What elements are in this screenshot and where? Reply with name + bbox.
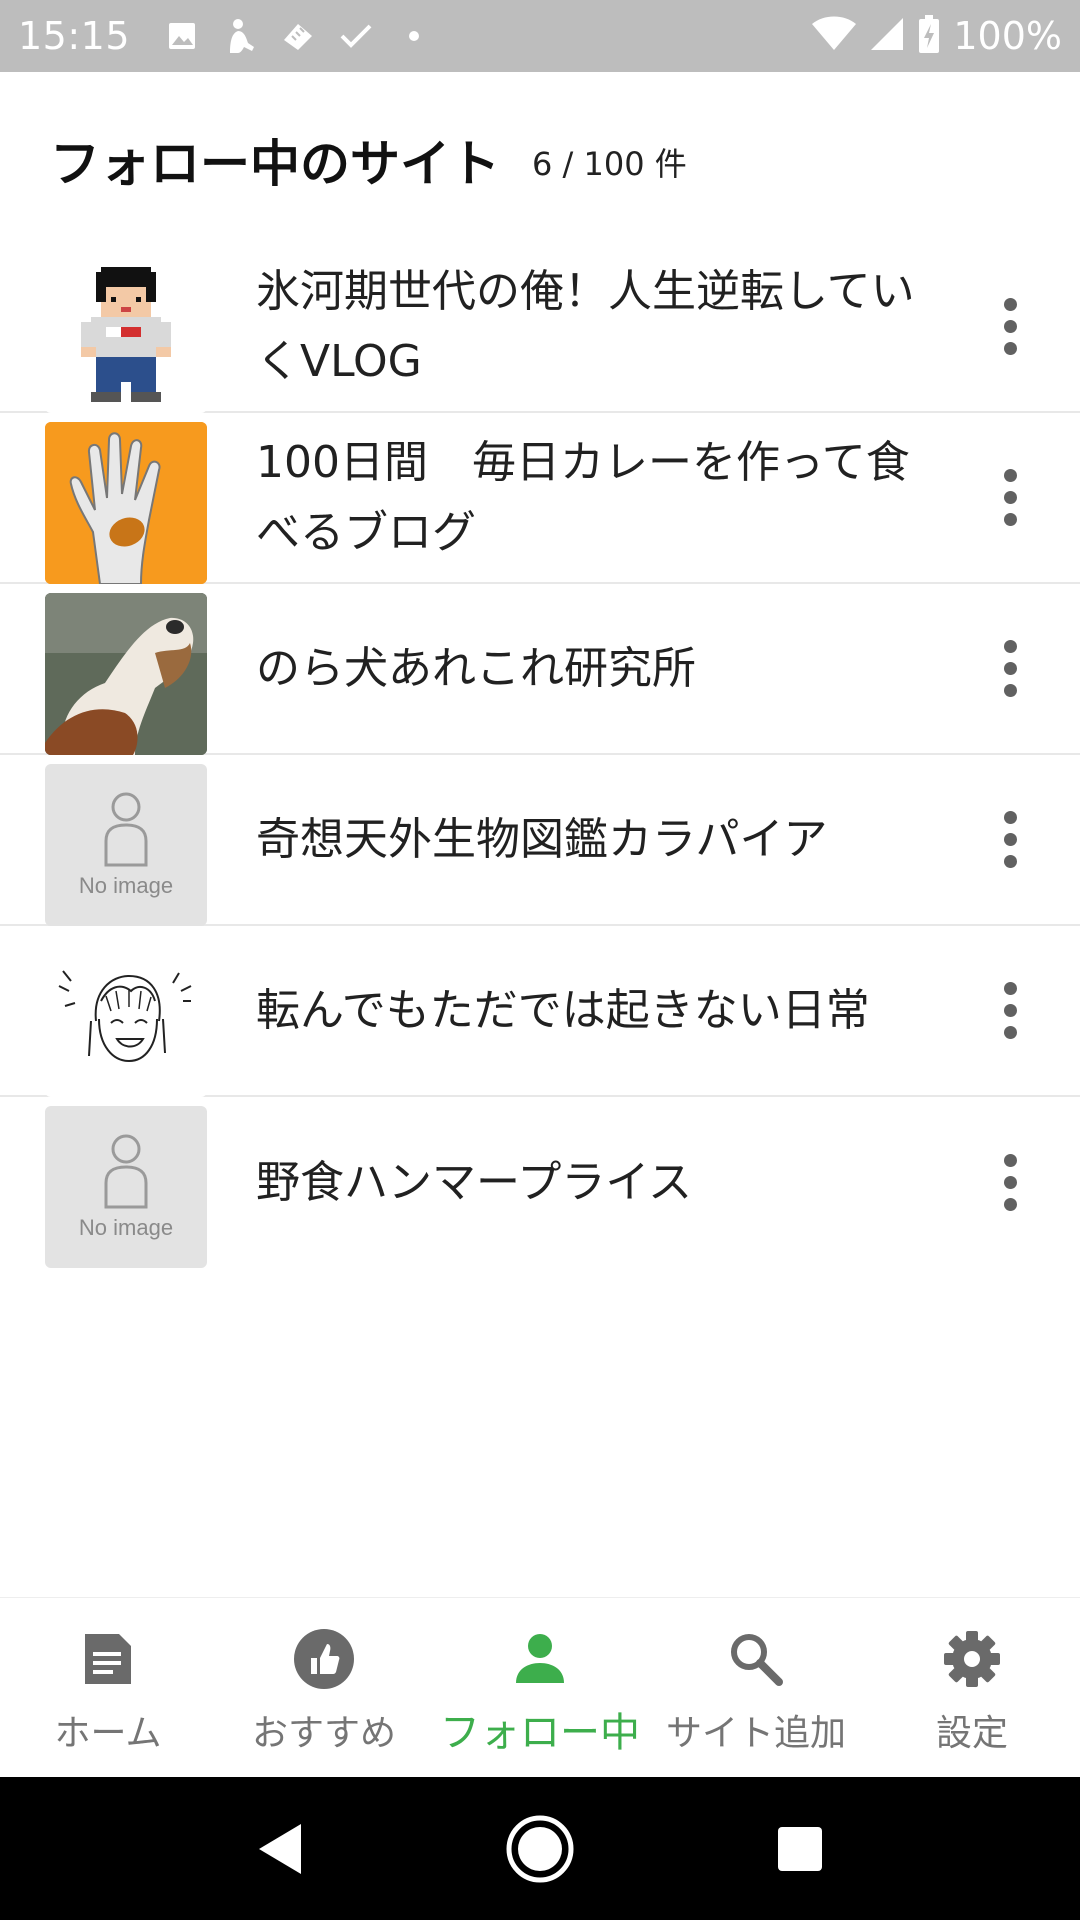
site-name: 奇想天外生物図鑑カラパイア — [256, 813, 828, 865]
person-icon — [222, 18, 258, 54]
home-icon[interactable] — [500, 1809, 580, 1889]
sketch-face-image — [58, 970, 192, 1063]
list-item[interactable]: No image 奇想天外生物図鑑カラパイア — [0, 755, 1080, 926]
more-vert-icon[interactable] — [980, 1143, 1040, 1223]
follow-count: 6 / 100 件 — [532, 145, 687, 183]
list-item[interactable]: のら犬あれこれ研究所 — [0, 584, 1080, 755]
nav-home[interactable]: ホーム — [0, 1598, 216, 1777]
hand-photo-image — [45, 422, 207, 584]
list-item[interactable]: 氷河期世代の俺！人生逆転していくVLOG — [0, 242, 1080, 413]
gear-icon — [937, 1624, 1007, 1694]
bottom-navigation: ホーム おすすめ フォロー中 サイト追加 設定 — [0, 1597, 1080, 1777]
image-icon — [164, 18, 200, 54]
dot-icon — [396, 18, 432, 54]
list-item[interactable]: 100日間 毎日カレーを作って食べるブログ — [0, 413, 1080, 584]
more-vert-icon[interactable] — [980, 800, 1040, 880]
check-icon — [338, 18, 374, 54]
ruler-icon — [280, 18, 316, 54]
page-title: フォロー中のサイト — [50, 135, 500, 193]
site-name: 転んでもただでは起きない日常 — [256, 984, 870, 1036]
more-vert-icon[interactable] — [980, 971, 1040, 1051]
nav-recommend[interactable]: おすすめ — [216, 1598, 432, 1777]
person-placeholder-icon — [104, 792, 148, 867]
page-header: フォロー中のサイト 6 / 100 件 — [0, 72, 1080, 232]
site-name: のら犬あれこれ研究所 — [256, 642, 696, 694]
nav-label: ホーム — [54, 1713, 162, 1754]
no-image-placeholder: No image — [45, 764, 207, 926]
person-icon — [505, 1624, 575, 1694]
notification-icons — [164, 18, 432, 54]
nav-following[interactable]: フォロー中 — [432, 1598, 648, 1777]
more-vert-icon[interactable] — [980, 629, 1040, 709]
nav-label: おすすめ — [251, 1713, 396, 1754]
no-image-label: No image — [78, 873, 174, 898]
more-vert-icon[interactable] — [980, 458, 1040, 538]
thumbs-up-icon — [289, 1624, 359, 1694]
followed-site-list: 氷河期世代の俺！人生逆転していくVLOG 100日間 毎日カレーを作って食べるブ… — [0, 242, 1080, 1268]
list-item[interactable]: 転んでもただでは起きない日常 — [0, 926, 1080, 1097]
dog-photo-image — [45, 593, 207, 755]
document-icon — [73, 1624, 143, 1694]
nav-label: サイト追加 — [665, 1713, 846, 1754]
site-name: 野食ハンマープライス — [256, 1156, 693, 1208]
battery-charging-icon — [917, 14, 941, 58]
nav-label: フォロー中 — [440, 1710, 640, 1756]
nav-add-site[interactable]: サイト追加 — [648, 1598, 864, 1777]
nav-label: 設定 — [935, 1713, 1008, 1754]
site-name: 氷河期世代の俺！人生逆転していくVLOG — [256, 265, 915, 387]
site-thumbnail — [45, 935, 207, 1097]
back-icon[interactable] — [240, 1809, 320, 1889]
more-vert-icon[interactable] — [980, 287, 1040, 367]
signal-icon — [869, 16, 905, 56]
person-placeholder-icon — [104, 1134, 148, 1209]
search-icon — [721, 1624, 791, 1694]
status-bar: 15:15 100% — [0, 0, 1080, 72]
no-image-label: No image — [78, 1215, 174, 1240]
no-image-placeholder: No image — [45, 1106, 207, 1268]
recents-icon[interactable] — [760, 1809, 840, 1889]
site-thumbnail — [45, 593, 207, 755]
site-name: 100日間 毎日カレーを作って食べるブログ — [256, 436, 910, 558]
nav-settings[interactable]: 設定 — [864, 1598, 1080, 1777]
pixel-avatar-image — [81, 267, 171, 402]
system-navigation-bar — [0, 1777, 1080, 1920]
status-time: 15:15 — [18, 14, 131, 58]
site-thumbnail — [45, 251, 207, 413]
battery-percent: 100% — [953, 14, 1062, 58]
wifi-icon — [811, 16, 857, 56]
site-thumbnail — [45, 422, 207, 584]
list-item[interactable]: No image 野食ハンマープライス — [0, 1097, 1080, 1268]
